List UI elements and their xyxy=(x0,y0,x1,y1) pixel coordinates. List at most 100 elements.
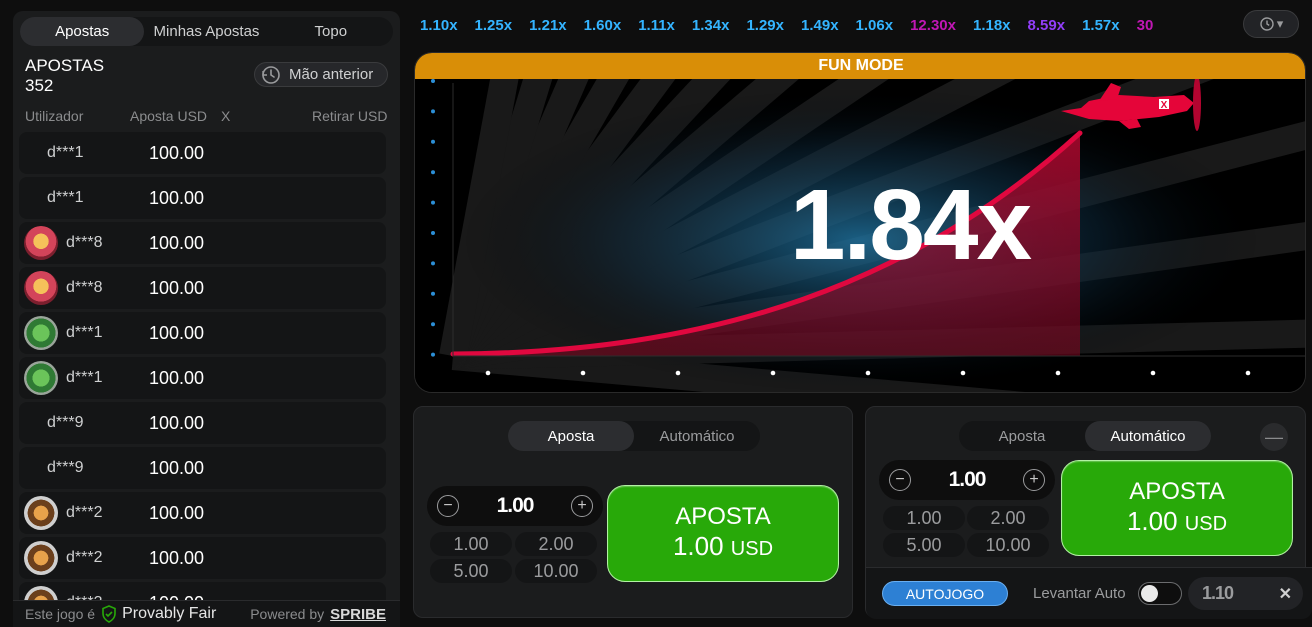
history-multiplier[interactable]: 30 xyxy=(1137,17,1154,34)
row-user: d***2 xyxy=(66,549,103,566)
provably-fair-label: Provably Fair xyxy=(122,605,217,622)
history-multiplier[interactable]: 1.60x xyxy=(584,17,622,34)
quick-amount-10[interactable]: 10.00 xyxy=(967,533,1049,557)
row-bet: 100.00 xyxy=(149,502,205,523)
row-user: d***1 xyxy=(66,324,103,341)
bet-panel-2: Aposta Automático — − 1.00 + 1.00 2.00 5… xyxy=(865,406,1312,619)
bets-total-label: APOSTAS xyxy=(25,56,105,75)
autoplay-button[interactable]: AUTOJOGO xyxy=(882,581,1008,606)
table-row: d***9 100.00 xyxy=(19,402,386,444)
spribe-logo: SPRIBE xyxy=(330,605,386,623)
avatar xyxy=(24,316,58,350)
tab-all-bets[interactable]: Apostas xyxy=(20,17,145,46)
auto-controls: AUTOJOGO Levantar Auto 1.10 ✕ xyxy=(866,567,1312,619)
bets-total-count: 352 xyxy=(25,76,54,95)
col-bet: Aposta USD xyxy=(130,108,208,124)
bet-panel-1-tabs: Aposta Automático xyxy=(508,421,760,451)
row-user: d***9 xyxy=(47,459,84,476)
chevron-down-icon: ▾ xyxy=(1276,16,1284,31)
place-bet-label: APOSTA xyxy=(1129,477,1225,505)
bet-amount-stepper: − 1.00 + xyxy=(427,486,603,526)
row-user: d***8 xyxy=(66,279,103,296)
increase-button[interactable]: + xyxy=(1023,469,1045,491)
close-icon[interactable]: ✕ xyxy=(1279,584,1292,604)
history-icon xyxy=(1260,17,1274,31)
quick-amount-1[interactable]: 1.00 xyxy=(430,532,512,556)
auto-cashout-input[interactable]: 1.10 ✕ xyxy=(1188,577,1303,610)
bets-list: d***1 100.00 d***1 100.00 d***8 100.00 d***8 10… xyxy=(19,132,386,627)
bet-amount-value[interactable]: 1.00 xyxy=(497,494,535,518)
avatar xyxy=(24,361,58,395)
history-multiplier[interactable]: 1.11x xyxy=(638,17,675,34)
avatar xyxy=(24,226,58,260)
avatar xyxy=(24,271,58,305)
bet-amount-value[interactable]: 1.00 xyxy=(949,468,987,492)
history-icon xyxy=(262,65,280,84)
history-multiplier[interactable]: 1.29x xyxy=(746,17,784,34)
remove-panel-button[interactable]: — xyxy=(1260,423,1288,451)
table-row: d***8 100.00 xyxy=(19,222,386,264)
row-user: d***2 xyxy=(66,504,103,521)
tab-top[interactable]: Topo xyxy=(269,17,393,46)
row-bet: 100.00 xyxy=(149,322,205,343)
quick-amount-1[interactable]: 1.00 xyxy=(883,506,965,530)
quick-amount-5[interactable]: 5.00 xyxy=(883,533,965,557)
table-row: d***1 100.00 xyxy=(19,177,386,219)
history-multiplier[interactable]: 12.30x xyxy=(910,17,956,34)
bets-tabs: Apostas Minhas Apostas Topo xyxy=(20,17,393,46)
col-cashout: Retirar USD xyxy=(312,108,388,124)
table-row: d***8 100.00 xyxy=(19,267,386,309)
tab-bet[interactable]: Aposta xyxy=(508,421,634,451)
auto-cashout-value: 1.10 xyxy=(1202,583,1234,603)
game-canvas: X FUN MODE 1.84x xyxy=(414,52,1306,393)
quick-amount-10[interactable]: 10.00 xyxy=(515,559,597,583)
row-bet: 100.00 xyxy=(149,277,205,298)
place-bet-button[interactable]: APOSTA 1.00 USD xyxy=(607,485,839,582)
row-bet: 100.00 xyxy=(149,187,205,208)
history-multiplier[interactable]: 8.59x xyxy=(1028,17,1066,34)
row-user: d***1 xyxy=(47,189,84,206)
quick-amount-2[interactable]: 2.00 xyxy=(967,506,1049,530)
place-bet-button[interactable]: APOSTA 1.00 USD xyxy=(1061,460,1293,556)
row-user: d***9 xyxy=(47,414,84,431)
powered-by-label: Powered by xyxy=(250,606,325,622)
history-multiplier[interactable]: 1.34x xyxy=(692,17,730,34)
auto-cashout-toggle[interactable] xyxy=(1138,582,1182,605)
quick-amount-2[interactable]: 2.00 xyxy=(515,532,597,556)
history-multiplier[interactable]: 1.21x xyxy=(529,17,567,34)
place-bet-label: APOSTA xyxy=(675,503,771,530)
history-multiplier[interactable]: 1.25x xyxy=(475,17,513,34)
history-multiplier[interactable]: 1.49x xyxy=(801,17,839,34)
tab-my-bets[interactable]: Minhas Apostas xyxy=(144,17,268,46)
current-multiplier: 1.84x xyxy=(789,169,1032,281)
history-multiplier[interactable]: 1.10x xyxy=(420,17,458,34)
tab-bet[interactable]: Aposta xyxy=(959,421,1085,451)
avatar xyxy=(24,496,58,530)
bet-panel-2-tabs: Aposta Automático xyxy=(959,421,1211,451)
col-mult: X xyxy=(221,108,231,124)
row-bet: 100.00 xyxy=(149,457,205,478)
history-dropdown-button[interactable]: ▾ xyxy=(1243,10,1299,38)
increase-button[interactable]: + xyxy=(571,495,593,517)
history-multiplier[interactable]: 1.06x xyxy=(856,17,894,34)
history-multiplier[interactable]: 1.57x xyxy=(1082,17,1120,34)
decrease-button[interactable]: − xyxy=(437,495,459,517)
provably-fair-link[interactable]: Provably Fair xyxy=(101,605,216,623)
table-row: d***2 100.00 xyxy=(19,537,386,579)
bet-panel-1: Aposta Automático − 1.00 + 1.00 2.00 5.0… xyxy=(413,406,853,618)
row-bet: 100.00 xyxy=(149,142,205,163)
place-bet-amount: 1.00 USD xyxy=(1126,505,1228,536)
tab-auto[interactable]: Automático xyxy=(1085,421,1211,451)
history-multiplier[interactable]: 1.18x xyxy=(973,17,1011,34)
previous-hand-button[interactable]: Mão anterior xyxy=(254,62,388,87)
table-row: d***1 100.00 xyxy=(19,132,386,174)
table-row: d***9 100.00 xyxy=(19,447,386,489)
table-row: d***1 100.00 xyxy=(19,357,386,399)
tab-auto[interactable]: Automático xyxy=(634,421,760,451)
quick-amount-5[interactable]: 5.00 xyxy=(430,559,512,583)
decrease-button[interactable]: − xyxy=(889,469,911,491)
bets-total: APOSTAS 352 xyxy=(25,56,104,96)
svg-text:X: X xyxy=(1161,100,1168,111)
row-bet: 100.00 xyxy=(149,367,205,388)
multiplier-history: 1.10x 1.25x 1.21x 1.60x 1.11x 1.34x 1.29x 1.49x… xyxy=(420,12,1232,38)
